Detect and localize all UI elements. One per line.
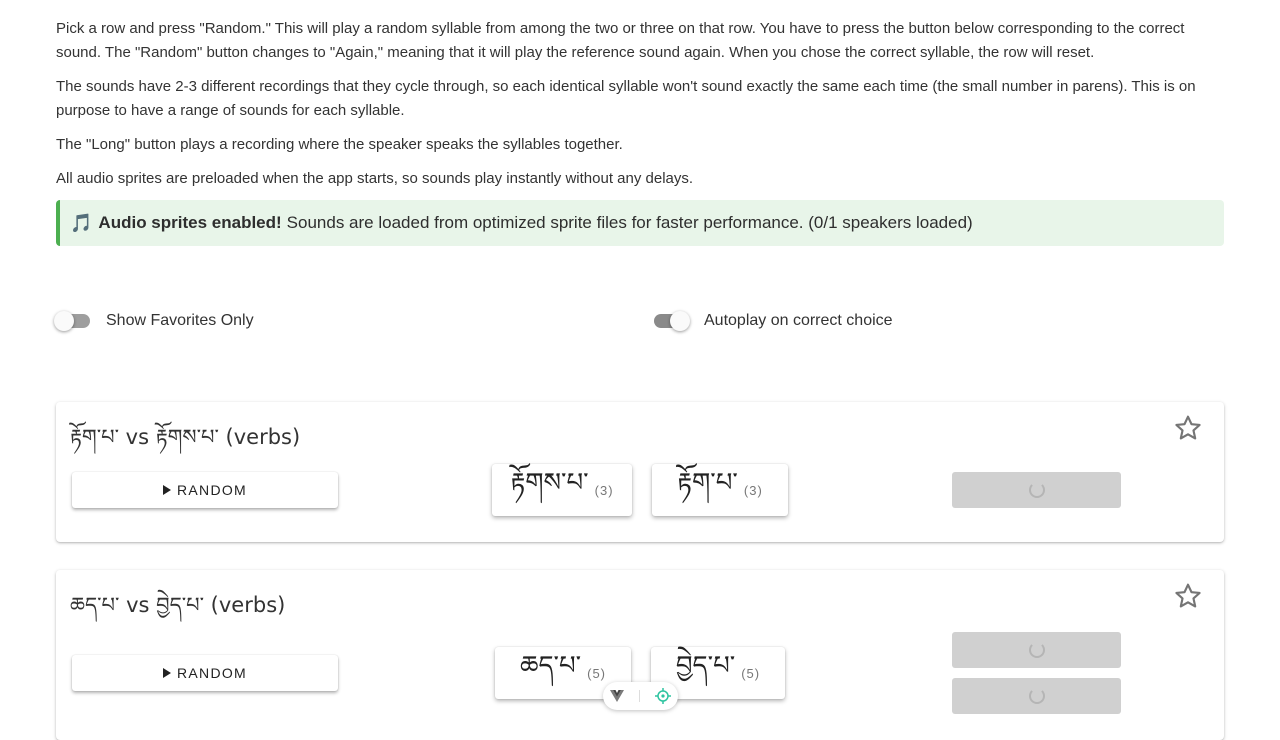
syllable-choice-button[interactable]: རྟོགས་པ་ (3) — [492, 464, 632, 516]
intro-paragraph-2: The sounds have 2-3 different recordings… — [56, 78, 1196, 119]
intro-paragraph-3: The "Long" button plays a recording wher… — [56, 136, 623, 153]
recording-count: (3) — [743, 482, 763, 498]
autoplay-toggle-track[interactable] — [654, 311, 690, 331]
syllable-choice-button[interactable]: རྟོག་པ་ (3) — [652, 464, 788, 516]
random-button-label: RANDOM — [176, 665, 248, 681]
crosshair-icon[interactable] — [654, 688, 671, 704]
random-button[interactable]: RANDOM — [72, 472, 338, 508]
autoplay-toggle-label: Autoplay on correct choice — [704, 312, 893, 329]
syllable-row-card: ཆད་པ་ vs བྱེད་པ་ (verbs) RANDOM ཆད་པ་ (5… — [56, 570, 1224, 740]
devtools-toolbar — [603, 682, 678, 710]
toggle-row: Show Favorites Only Autoplay on correct … — [54, 311, 1224, 336]
recording-count: (5) — [741, 665, 761, 681]
music-note-icon: 🎵 — [70, 212, 93, 233]
recording-count: (3) — [594, 482, 614, 498]
syllable-row-card: རྟོག་པ་ vs རྟོགས་པ་ (verbs) RANDOM རྟོགས… — [56, 402, 1224, 542]
audio-sprites-alert: 🎵 Audio sprites enabled! Sounds are load… — [56, 200, 1224, 246]
vue-logo-icon[interactable] — [610, 690, 625, 702]
random-button-label: RANDOM — [176, 482, 248, 498]
syllable-text: རྟོགས་པ་ — [510, 467, 589, 498]
alert-title: Audio sprites enabled! — [98, 213, 282, 232]
play-icon — [162, 485, 171, 495]
row-title: ཆད་པ་ vs བྱེད་པ་ (verbs) — [70, 593, 286, 617]
syllable-text: བྱེད་པ་ — [675, 650, 736, 681]
long-button-loading[interactable] — [952, 632, 1121, 668]
intro-paragraph-4: All audio sprites are preloaded when the… — [56, 170, 694, 187]
long-button-loading[interactable] — [952, 472, 1121, 508]
long-button-loading[interactable] — [952, 678, 1121, 714]
loading-spinner-icon — [1028, 482, 1045, 498]
favorite-star-icon[interactable] — [1172, 580, 1204, 612]
row-title: རྟོག་པ་ vs རྟོགས་པ་ (verbs) — [70, 425, 301, 449]
favorites-toggle-label: Show Favorites Only — [106, 312, 254, 329]
syllable-text: ཆད་པ་ — [519, 650, 582, 681]
autoplay-toggle-thumb[interactable] — [670, 311, 690, 331]
syllable-text: རྟོག་པ་ — [677, 467, 738, 498]
loading-spinner-icon — [1028, 642, 1045, 658]
favorites-only-toggle[interactable]: Show Favorites Only — [54, 311, 254, 331]
toolbar-divider — [638, 690, 640, 702]
recording-count: (5) — [587, 665, 607, 681]
autoplay-toggle[interactable]: Autoplay on correct choice — [654, 311, 893, 331]
favorites-toggle-thumb[interactable] — [54, 311, 74, 331]
intro-paragraph-1: Pick a row and press "Random." This will… — [56, 20, 1185, 61]
random-button[interactable]: RANDOM — [72, 655, 338, 691]
play-icon — [162, 668, 171, 678]
loading-spinner-icon — [1028, 688, 1045, 704]
alert-text: Sounds are loaded from optimized sprite … — [286, 213, 973, 232]
favorites-toggle-track[interactable] — [54, 311, 90, 331]
favorite-star-icon[interactable] — [1172, 412, 1204, 444]
